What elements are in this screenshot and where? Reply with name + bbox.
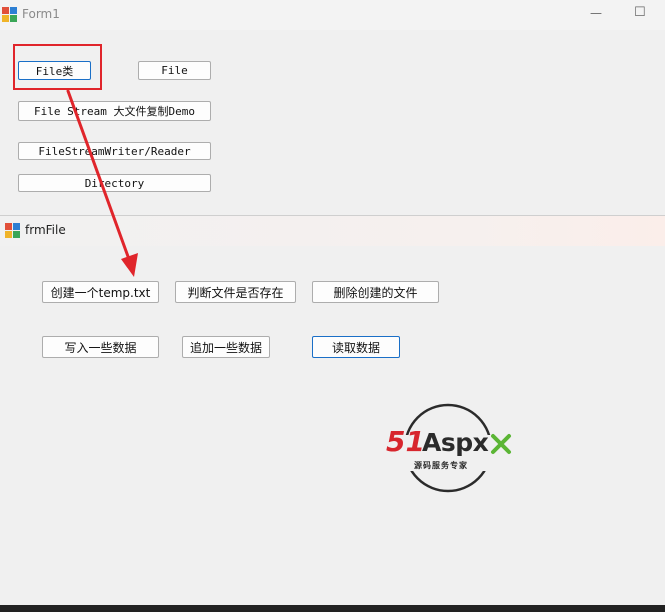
annotation-arrow-icon (66, 89, 138, 277)
